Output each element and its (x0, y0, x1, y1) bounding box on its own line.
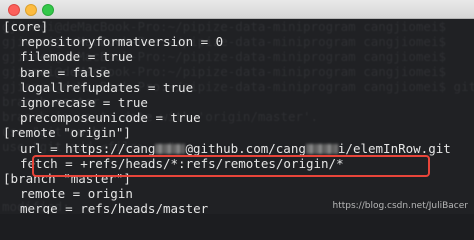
redacted-username-1 (155, 143, 186, 154)
maximize-window-button[interactable] (42, 4, 54, 16)
url-prefix: url = https://cang (20, 140, 156, 156)
url-suffix: i/elemInRow.git (337, 140, 451, 156)
remote-url-line: url = https://cang @github.com/cang i/elem… (0, 141, 474, 156)
config-line: precomposeunicode = true (20, 110, 201, 126)
url-highlight-box (32, 155, 430, 177)
terminal-content[interactable]: gjiomei@deMacBook-Pro:~/pipize-data-mini… (0, 19, 474, 214)
watermark: https://blog.csdn.net/JuliBacer (332, 201, 468, 211)
config-line: filemode = true (20, 49, 133, 65)
redacted-username-2 (305, 143, 338, 154)
minimize-window-button[interactable] (25, 4, 37, 16)
config-line: remote = origin (20, 186, 133, 202)
config-line: [core] (3, 19, 49, 34)
config-line: logallrefupdates = true (20, 79, 194, 95)
url-middle: @github.com/cang (185, 140, 306, 156)
title-bar (0, 0, 474, 19)
config-line: ignorecase = true (20, 94, 148, 110)
config-line: bare = false (20, 64, 111, 80)
config-output: [core] repositoryformatversion = 0 filemod… (0, 19, 474, 214)
close-window-button[interactable] (8, 4, 20, 16)
terminal-window: gjiomei@deMacBook-Pro:~/pipize-data-mini… (0, 0, 474, 214)
config-line: repositoryformatversion = 0 (20, 34, 224, 50)
config-line: [remote "origin"] (3, 125, 131, 141)
